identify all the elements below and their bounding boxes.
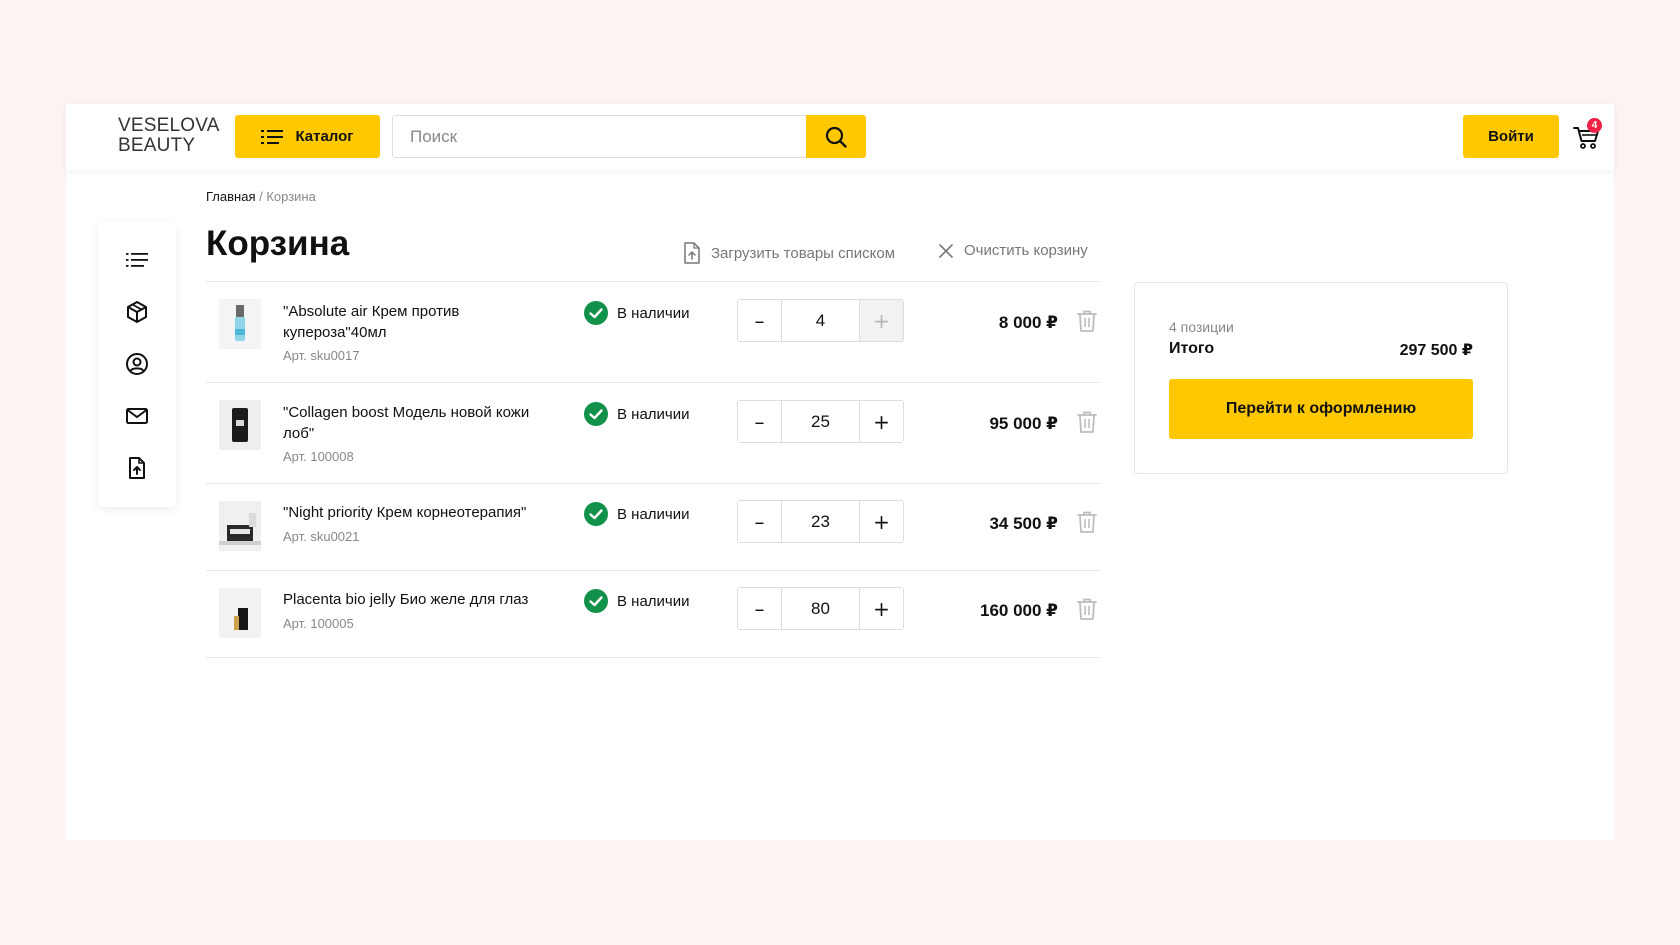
product-price: 34 500 ₽ <box>989 514 1058 533</box>
login-button[interactable]: Войти <box>1463 115 1559 158</box>
decrease-button[interactable]: – <box>738 501 782 542</box>
product-sku: Арт. sku0021 <box>283 529 360 544</box>
checkout-button[interactable]: Перейти к оформлению <box>1169 379 1473 439</box>
product-name[interactable]: "Night priority Крем корнеотерапия" <box>283 502 563 523</box>
menu-icon <box>261 129 284 144</box>
upload-list-button[interactable]: Загрузить товары списком <box>683 242 895 264</box>
product-price: 160 000 ₽ <box>979 601 1058 620</box>
quantity-stepper: – 80 + <box>737 587 904 630</box>
product-image[interactable] <box>219 299 261 349</box>
product-name[interactable]: "Absolute air Крем против купероза"40мл <box>283 301 558 343</box>
cart-row: "Night priority Крем корнеотерапия" Арт.… <box>206 484 1100 571</box>
search-box <box>392 115 866 158</box>
stock-label: В наличии <box>617 304 690 322</box>
user-circle-icon[interactable] <box>125 352 149 376</box>
product-price: 8 000 ₽ <box>998 313 1058 332</box>
product-image[interactable] <box>219 400 261 450</box>
product-sku: Арт. 100008 <box>283 449 354 464</box>
list-icon[interactable] <box>125 248 149 272</box>
decrease-button[interactable]: – <box>738 588 782 629</box>
cart-row: Placenta bio jelly Био желе для глаз Арт… <box>206 571 1100 658</box>
product-image[interactable] <box>219 588 261 638</box>
order-summary: 4 позиции Итого 297 500 ₽ Перейти к офор… <box>1134 282 1508 474</box>
trash-icon[interactable] <box>1076 410 1098 434</box>
clear-cart-label: Очистить корзину <box>964 242 1088 259</box>
catalog-label: Каталог <box>295 128 354 145</box>
upload-list-label: Загрузить товары списком <box>711 244 896 262</box>
quantity-stepper: – 4 + <box>737 299 904 342</box>
header: VESELOVA BEAUTY Каталог Вой <box>66 104 1614 170</box>
product-name[interactable]: Placenta bio jelly Био желе для глаз <box>283 589 563 610</box>
trash-icon[interactable] <box>1076 510 1098 534</box>
check-circle-icon <box>584 502 608 526</box>
catalog-button[interactable]: Каталог <box>235 115 380 158</box>
summary-count: 4 позиции <box>1169 319 1234 335</box>
mail-icon[interactable] <box>125 404 149 428</box>
quantity-stepper: – 25 + <box>737 400 904 443</box>
product-image[interactable] <box>219 501 261 551</box>
stock-label: В наличии <box>617 505 690 523</box>
stock-label: В наличии <box>617 592 690 610</box>
product-sku: Арт. sku0017 <box>283 348 360 363</box>
product-price: 95 000 ₽ <box>989 414 1058 433</box>
breadcrumb-separator: / <box>255 189 267 204</box>
box-icon[interactable] <box>125 300 149 324</box>
check-circle-icon <box>584 402 608 426</box>
quantity-value[interactable]: 25 <box>782 401 859 442</box>
summary-total-label: Итого <box>1169 340 1215 357</box>
summary-total-value: 297 500 ₽ <box>1399 342 1473 359</box>
file-upload-icon[interactable] <box>125 456 149 480</box>
search-icon <box>825 126 847 148</box>
search-button[interactable] <box>806 115 866 158</box>
close-icon <box>939 243 953 258</box>
page-title: Корзина <box>206 224 350 263</box>
logo[interactable]: VESELOVA BEAUTY <box>118 116 220 156</box>
increase-button[interactable]: + <box>859 588 903 629</box>
stock-label: В наличии <box>617 405 690 423</box>
cart-row: "Absolute air Крем против купероза"40мл … <box>206 282 1100 383</box>
increase-button[interactable]: + <box>859 401 903 442</box>
quantity-value[interactable]: 23 <box>782 501 859 542</box>
clear-cart-button[interactable]: Очистить корзину <box>938 242 1088 259</box>
product-sku: Арт. 100005 <box>283 616 354 631</box>
page-frame: VESELOVA BEAUTY Каталог Вой <box>66 104 1614 840</box>
breadcrumb-current: Корзина <box>266 189 316 204</box>
quantity-value[interactable]: 80 <box>782 588 859 629</box>
quantity-value[interactable]: 4 <box>782 300 859 341</box>
increase-button[interactable]: + <box>859 300 903 341</box>
trash-icon[interactable] <box>1076 597 1098 621</box>
trash-icon[interactable] <box>1076 309 1098 333</box>
product-name[interactable]: "Collagen boost Модель новой кожи лоб" <box>283 402 558 444</box>
cart-list: "Absolute air Крем против купероза"40мл … <box>206 281 1100 658</box>
stock-status: В наличии <box>584 301 690 325</box>
increase-button[interactable]: + <box>859 501 903 542</box>
stock-status: В наличии <box>584 589 690 613</box>
logo-line2: BEAUTY <box>118 135 196 156</box>
cart-badge: 4 <box>1587 118 1602 133</box>
breadcrumb-home[interactable]: Главная <box>206 189 255 204</box>
search-input[interactable] <box>393 116 806 157</box>
breadcrumb: Главная / Корзина <box>206 189 316 204</box>
sidebar <box>98 222 176 507</box>
stock-status: В наличии <box>584 502 690 526</box>
decrease-button[interactable]: – <box>738 401 782 442</box>
check-circle-icon <box>584 589 608 613</box>
logo-line1: VESELOVA <box>118 115 220 136</box>
stock-status: В наличии <box>584 402 690 426</box>
cart-row: "Collagen boost Модель новой кожи лоб" А… <box>206 383 1100 484</box>
file-upload-icon <box>684 242 700 264</box>
check-circle-icon <box>584 301 608 325</box>
quantity-stepper: – 23 + <box>737 500 904 543</box>
decrease-button[interactable]: – <box>738 300 782 341</box>
